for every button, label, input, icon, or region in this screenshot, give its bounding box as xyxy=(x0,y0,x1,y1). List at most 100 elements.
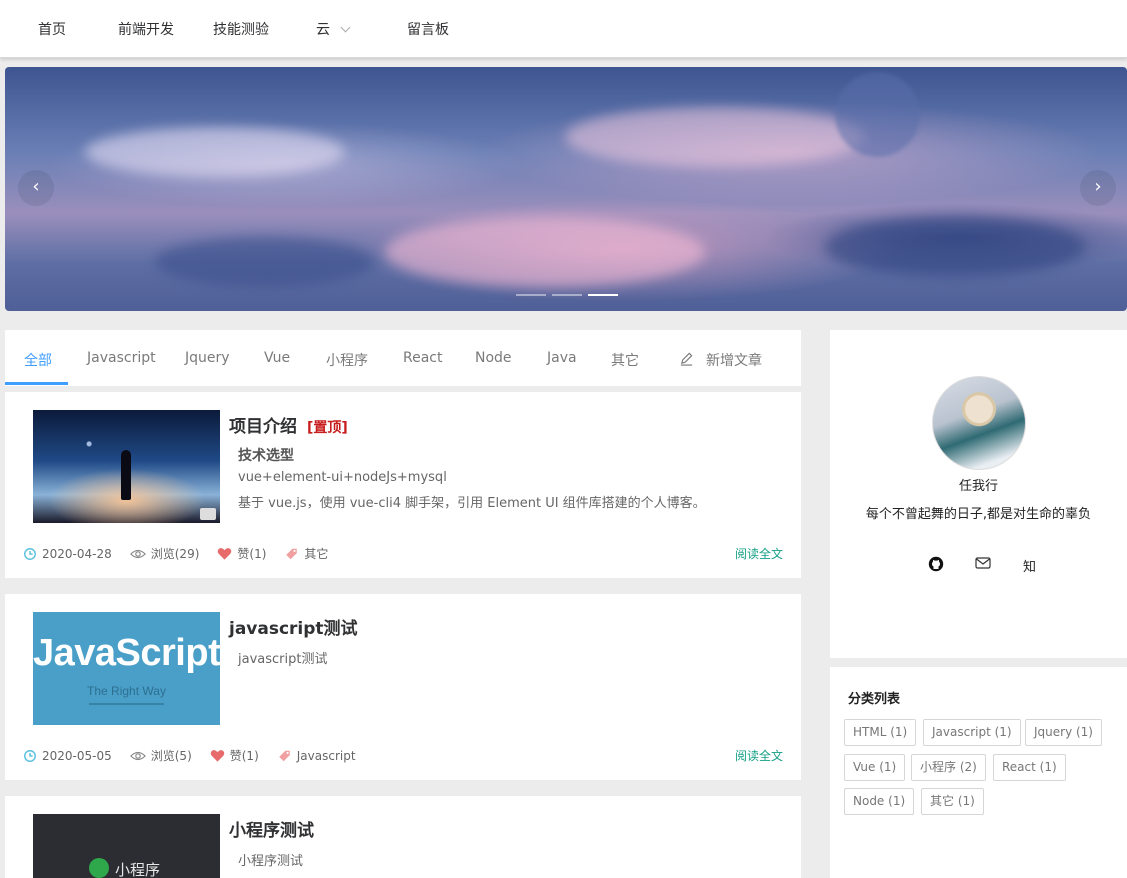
email-link[interactable] xyxy=(975,556,991,574)
nav-item-home[interactable]: 首页 xyxy=(38,19,66,39)
nav-item-frontend[interactable]: 前端开发 xyxy=(118,19,174,39)
silhouette-figure xyxy=(121,450,131,500)
profile-name: 任我行 xyxy=(958,479,998,494)
banner-prev-button[interactable]: ‹ xyxy=(18,170,54,206)
banner-indicator-2[interactable] xyxy=(552,294,582,296)
category-list-title: 分类列表 xyxy=(848,692,901,707)
nav-item-cloud-label: 云 xyxy=(316,22,330,38)
zhihu-link[interactable]: 知 xyxy=(1023,556,1036,575)
article-thumbnail[interactable]: 小程序 xyxy=(33,814,220,878)
article-description: 小程序测试 xyxy=(238,854,304,869)
meta-views-text: 浏览(29) xyxy=(150,547,200,561)
meta-date-text: 2020-05-05 xyxy=(42,748,112,763)
meta-tag-text: 其它 xyxy=(304,547,329,561)
article-title[interactable]: javascript测试 xyxy=(229,614,358,639)
read-more-link[interactable]: 阅读全文 xyxy=(735,545,783,562)
banner-indicator-1[interactable] xyxy=(516,294,546,296)
meta-tag[interactable]: Javascript xyxy=(277,749,356,763)
tab-java[interactable]: Java xyxy=(547,350,577,366)
article-meta: 2020-04-28 浏览(29) 赞(1) 其它 xyxy=(23,545,346,562)
meta-likes-text: 赞(1) xyxy=(229,749,259,763)
tag-icon xyxy=(286,548,298,559)
nav-item-skill-test[interactable]: 技能测验 xyxy=(213,19,269,39)
top-nav: 首页 前端开发 技能测验 云 留言板 xyxy=(0,0,1127,58)
article-card: 项目介绍 [置顶] 技术选型 vue+element-ui+nodeJs+mysq… xyxy=(5,392,801,578)
category-tag[interactable]: Vue (1) xyxy=(844,754,906,781)
category-tag[interactable]: HTML (1) xyxy=(844,719,917,746)
article-title[interactable]: 项目介绍 [置顶] xyxy=(229,412,348,437)
clock-icon xyxy=(24,749,36,762)
article-description: 基于 vue.js，使用 vue-cli4 脚手架，引用 Element UI … xyxy=(238,496,706,511)
meta-tag-text: Javascript xyxy=(296,748,356,763)
article-title[interactable]: 小程序测试 xyxy=(229,816,314,841)
thumbnail-title: JavaScript xyxy=(33,632,220,674)
category-tabs: 全部 Javascript Jquery Vue 小程序 React Node … xyxy=(5,330,801,386)
meta-tag[interactable]: 其它 xyxy=(284,545,328,562)
thumbnail-title: 小程序 xyxy=(115,861,161,878)
tab-javascript[interactable]: Javascript xyxy=(87,350,156,366)
article-thumbnail[interactable] xyxy=(33,410,220,523)
meta-likes[interactable]: 赞(1) xyxy=(210,747,259,764)
github-icon xyxy=(928,556,944,572)
thumbnail-divider xyxy=(89,703,164,705)
thumbnail-subtitle: The Right Way xyxy=(87,684,166,698)
avatar[interactable] xyxy=(932,376,1026,470)
banner-cloud xyxy=(825,217,1085,277)
category-tag[interactable]: 其它 (1) xyxy=(921,788,984,815)
heart-icon xyxy=(218,547,232,560)
tab-other[interactable]: 其它 xyxy=(611,350,639,370)
profile-card: 任我行 每个不曾起舞的日子,都是对生命的辜负 知 xyxy=(830,330,1127,658)
nav-item-guestbook[interactable]: 留言板 xyxy=(407,19,449,39)
article-description: vue+element-ui+nodeJs+mysql xyxy=(238,470,447,485)
category-tag[interactable]: Javascript (1) xyxy=(923,719,1021,746)
category-tag[interactable]: Node (1) xyxy=(844,788,915,815)
article-card: JavaScript The Right Way javascript测试 ja… xyxy=(5,594,801,780)
profile-motto: 每个不曾起舞的日子,都是对生命的辜负 xyxy=(865,507,1092,522)
pinned-badge: [置顶] xyxy=(307,420,348,436)
article-subheading: 技术选型 xyxy=(238,448,294,464)
meta-date-text: 2020-04-28 xyxy=(42,546,112,561)
zhihu-icon: 知 xyxy=(1023,560,1037,575)
tab-react[interactable]: React xyxy=(403,350,442,366)
chevron-down-icon xyxy=(340,22,351,33)
meta-likes-text: 赞(1) xyxy=(237,547,267,561)
read-more-link[interactable]: 阅读全文 xyxy=(735,747,783,764)
new-article-button[interactable]: 新增文章 xyxy=(679,350,762,370)
tab-all[interactable]: 全部 xyxy=(24,350,52,370)
banner-next-button[interactable]: › xyxy=(1080,170,1116,206)
eye-icon xyxy=(129,751,146,760)
banner-moon xyxy=(835,72,920,157)
mail-icon xyxy=(975,557,991,569)
meta-date: 2020-05-05 xyxy=(23,749,112,763)
edit-icon xyxy=(680,352,693,366)
tab-jquery[interactable]: Jquery xyxy=(185,350,230,366)
chevron-left-icon: ‹ xyxy=(32,176,40,197)
banner-cloud xyxy=(155,237,375,287)
nav-item-cloud-dropdown[interactable]: 云 xyxy=(316,19,351,39)
article-thumbnail[interactable]: JavaScript The Right Way xyxy=(33,612,220,725)
tab-miniprogram[interactable]: 小程序 xyxy=(326,350,368,370)
banner-indicator-3[interactable] xyxy=(588,294,618,296)
eye-icon xyxy=(129,549,146,558)
banner-cloud xyxy=(385,217,705,287)
article-description: javascript测试 xyxy=(238,652,328,667)
meta-date: 2020-04-28 xyxy=(23,547,112,561)
category-tag[interactable]: React (1) xyxy=(993,754,1066,781)
category-tag[interactable]: 小程序 (2) xyxy=(911,754,986,781)
tab-vue[interactable]: Vue xyxy=(264,350,290,366)
banner-cloud xyxy=(565,107,865,167)
category-tag[interactable]: Jquery (1) xyxy=(1025,719,1102,746)
active-tab-underline xyxy=(5,382,68,385)
github-link[interactable] xyxy=(928,556,944,576)
meta-likes[interactable]: 赞(1) xyxy=(217,545,266,562)
meta-views-text: 浏览(5) xyxy=(150,749,192,763)
article-card: 小程序 小程序测试 小程序测试 xyxy=(5,796,801,878)
heart-icon xyxy=(210,749,225,762)
tab-node[interactable]: Node xyxy=(475,350,512,366)
category-list: 分类列表 HTML (1) Javascript (1) Jquery (1) … xyxy=(830,667,1127,878)
article-meta: 2020-05-05 浏览(5) 赞(1) Javascript xyxy=(23,747,374,764)
banner-carousel xyxy=(5,67,1127,311)
banner-indicators xyxy=(516,294,618,296)
new-article-label: 新增文章 xyxy=(706,353,762,369)
banner-cloud xyxy=(85,127,345,177)
